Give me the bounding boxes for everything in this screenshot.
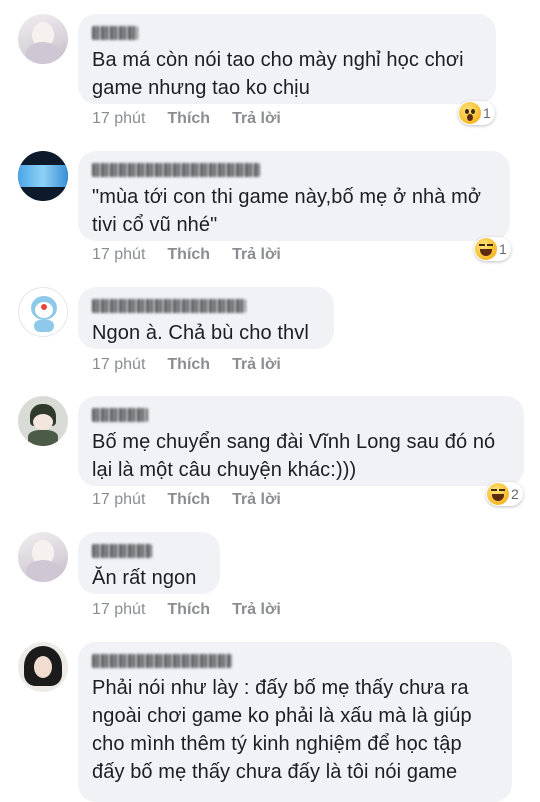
reaction-count: 2 <box>511 486 519 502</box>
comment-text: Ngon à. Chả bù cho thvl <box>92 322 309 344</box>
comment-timestamp: 17 phút <box>92 110 146 127</box>
reaction-count: 1 <box>483 105 491 121</box>
reaction-summary[interactable]: 2 <box>486 482 523 506</box>
avatar[interactable] <box>18 14 68 64</box>
avatar[interactable] <box>18 151 68 201</box>
comment-timestamp: 17 phút <box>92 601 146 618</box>
comment-timestamp: 17 phút <box>92 246 146 263</box>
comment-text: Ba má còn nói tao cho mày nghỉ học chơi … <box>92 49 464 99</box>
comment-bubble: "mùa tới con thi game này,bố mẹ ở nhà mở… <box>78 151 510 241</box>
avatar[interactable] <box>18 642 68 692</box>
commenter-name[interactable] <box>92 544 152 558</box>
comment-bubble: Ba má còn nói tao cho mày nghỉ học chơi … <box>78 14 496 104</box>
reply-button[interactable]: Trả lời <box>232 601 281 619</box>
reply-button[interactable]: Trả lời <box>232 246 281 264</box>
reply-button[interactable]: Trả lời <box>232 356 281 374</box>
like-button[interactable]: Thích <box>167 356 210 374</box>
comment-bubble: Phải nói như lày : đấy bố mẹ thấy chưa r… <box>78 642 512 802</box>
comment-timestamp: 17 phút <box>92 356 146 373</box>
commenter-name[interactable] <box>92 26 138 40</box>
like-button[interactable]: Thích <box>167 110 210 128</box>
reply-button[interactable]: Trả lời <box>232 110 281 128</box>
wow-emoji-icon <box>459 102 481 124</box>
comment-text: Bố mẹ chuyển sang đài Vĩnh Long sau đó n… <box>92 431 496 481</box>
commenter-name[interactable] <box>92 654 232 668</box>
comment-bubble: Ngon à. Chả bù cho thvl <box>78 287 334 349</box>
reply-button[interactable]: Trả lời <box>232 491 281 509</box>
reaction-count: 1 <box>499 241 507 257</box>
comment-timestamp: 17 phút <box>92 491 146 508</box>
haha-emoji-icon <box>475 238 497 260</box>
avatar[interactable] <box>18 287 68 337</box>
avatar[interactable] <box>18 396 68 446</box>
comment-text: Phải nói như lày : đấy bố mẹ thấy chưa r… <box>92 677 472 783</box>
commenter-name[interactable] <box>92 163 260 177</box>
like-button[interactable]: Thích <box>167 246 210 264</box>
commenter-name[interactable] <box>92 299 246 313</box>
reaction-summary[interactable]: 1 <box>474 237 511 261</box>
like-button[interactable]: Thích <box>167 601 210 619</box>
comment-text: Ăn rất ngon <box>92 567 197 589</box>
comment-text: "mùa tới con thi game này,bố mẹ ở nhà mở… <box>92 186 482 236</box>
haha-emoji-icon <box>487 483 509 505</box>
comment-bubble: Ăn rất ngon <box>78 532 220 594</box>
like-button[interactable]: Thích <box>167 491 210 509</box>
reaction-summary[interactable]: 1 <box>458 101 495 125</box>
avatar[interactable] <box>18 532 68 582</box>
commenter-name[interactable] <box>92 408 148 422</box>
comment-bubble: Bố mẹ chuyển sang đài Vĩnh Long sau đó n… <box>78 396 524 486</box>
